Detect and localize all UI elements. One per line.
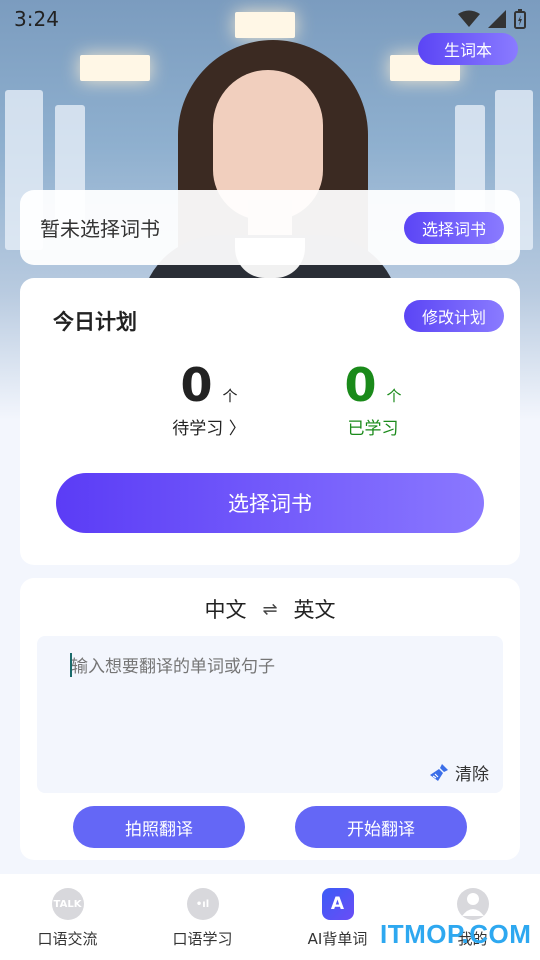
- language-switcher: 中文 ⇌ 英文: [20, 594, 520, 624]
- profile-icon: [456, 888, 489, 920]
- done-unit: 个: [386, 387, 402, 405]
- broom-icon: [430, 763, 448, 781]
- done-count: 0: [344, 358, 377, 412]
- select-book-main-button[interactable]: 选择词书: [56, 473, 484, 533]
- done-stat: 0个 已学习: [308, 358, 438, 439]
- clear-button[interactable]: 清除: [429, 760, 489, 785]
- clear-label: 清除: [455, 765, 489, 785]
- translate-input-area: 清除: [37, 636, 503, 793]
- pending-label: 待学习 〉: [172, 419, 246, 439]
- select-book-button[interactable]: 选择词书: [403, 211, 504, 244]
- tab-speaking-chat[interactable]: TALK 口语交流: [0, 874, 135, 960]
- tab-speaking-study[interactable]: •ıl 口语学习: [135, 874, 270, 960]
- target-language[interactable]: 英文: [294, 594, 336, 624]
- ai-words-icon: A: [321, 888, 354, 920]
- text-cursor: [70, 653, 72, 677]
- pending-count: 0: [180, 358, 213, 412]
- start-translate-button[interactable]: 开始翻译: [295, 806, 467, 848]
- watermark: ITMOP.COM: [380, 919, 532, 949]
- audio-icon: •ıl: [186, 888, 219, 920]
- status-time: 3:24: [14, 7, 59, 31]
- pending-stat[interactable]: 0个 待学习 〉: [144, 358, 274, 439]
- edit-plan-button[interactable]: 修改计划: [403, 300, 504, 332]
- tab-label: AI背单词: [307, 930, 368, 948]
- no-book-label: 暂未选择词书: [40, 217, 160, 241]
- signal-icon: [488, 10, 506, 28]
- photo-translate-button[interactable]: 拍照翻译: [73, 806, 245, 848]
- today-plan-card: 今日计划 修改计划 0个 待学习 〉 0个 已学习 选择词书: [20, 278, 520, 565]
- pending-unit: 个: [222, 387, 238, 405]
- done-label: 已学习: [347, 419, 399, 439]
- swap-icon[interactable]: ⇌: [262, 599, 277, 620]
- plan-title: 今日计划: [53, 310, 137, 334]
- wifi-icon: [458, 10, 480, 27]
- tab-label: 口语交流: [37, 930, 98, 948]
- source-language[interactable]: 中文: [204, 594, 246, 624]
- battery-icon: [514, 9, 526, 29]
- status-icons: [458, 9, 526, 29]
- wordbook-button[interactable]: 生词本: [418, 33, 518, 65]
- talk-icon: TALK: [51, 888, 84, 920]
- tab-label: 口语学习: [172, 930, 233, 948]
- selected-book-card: 暂未选择词书 选择词书: [20, 190, 520, 265]
- translate-card: 中文 ⇌ 英文 清除 拍照翻译 开始翻译: [20, 578, 520, 860]
